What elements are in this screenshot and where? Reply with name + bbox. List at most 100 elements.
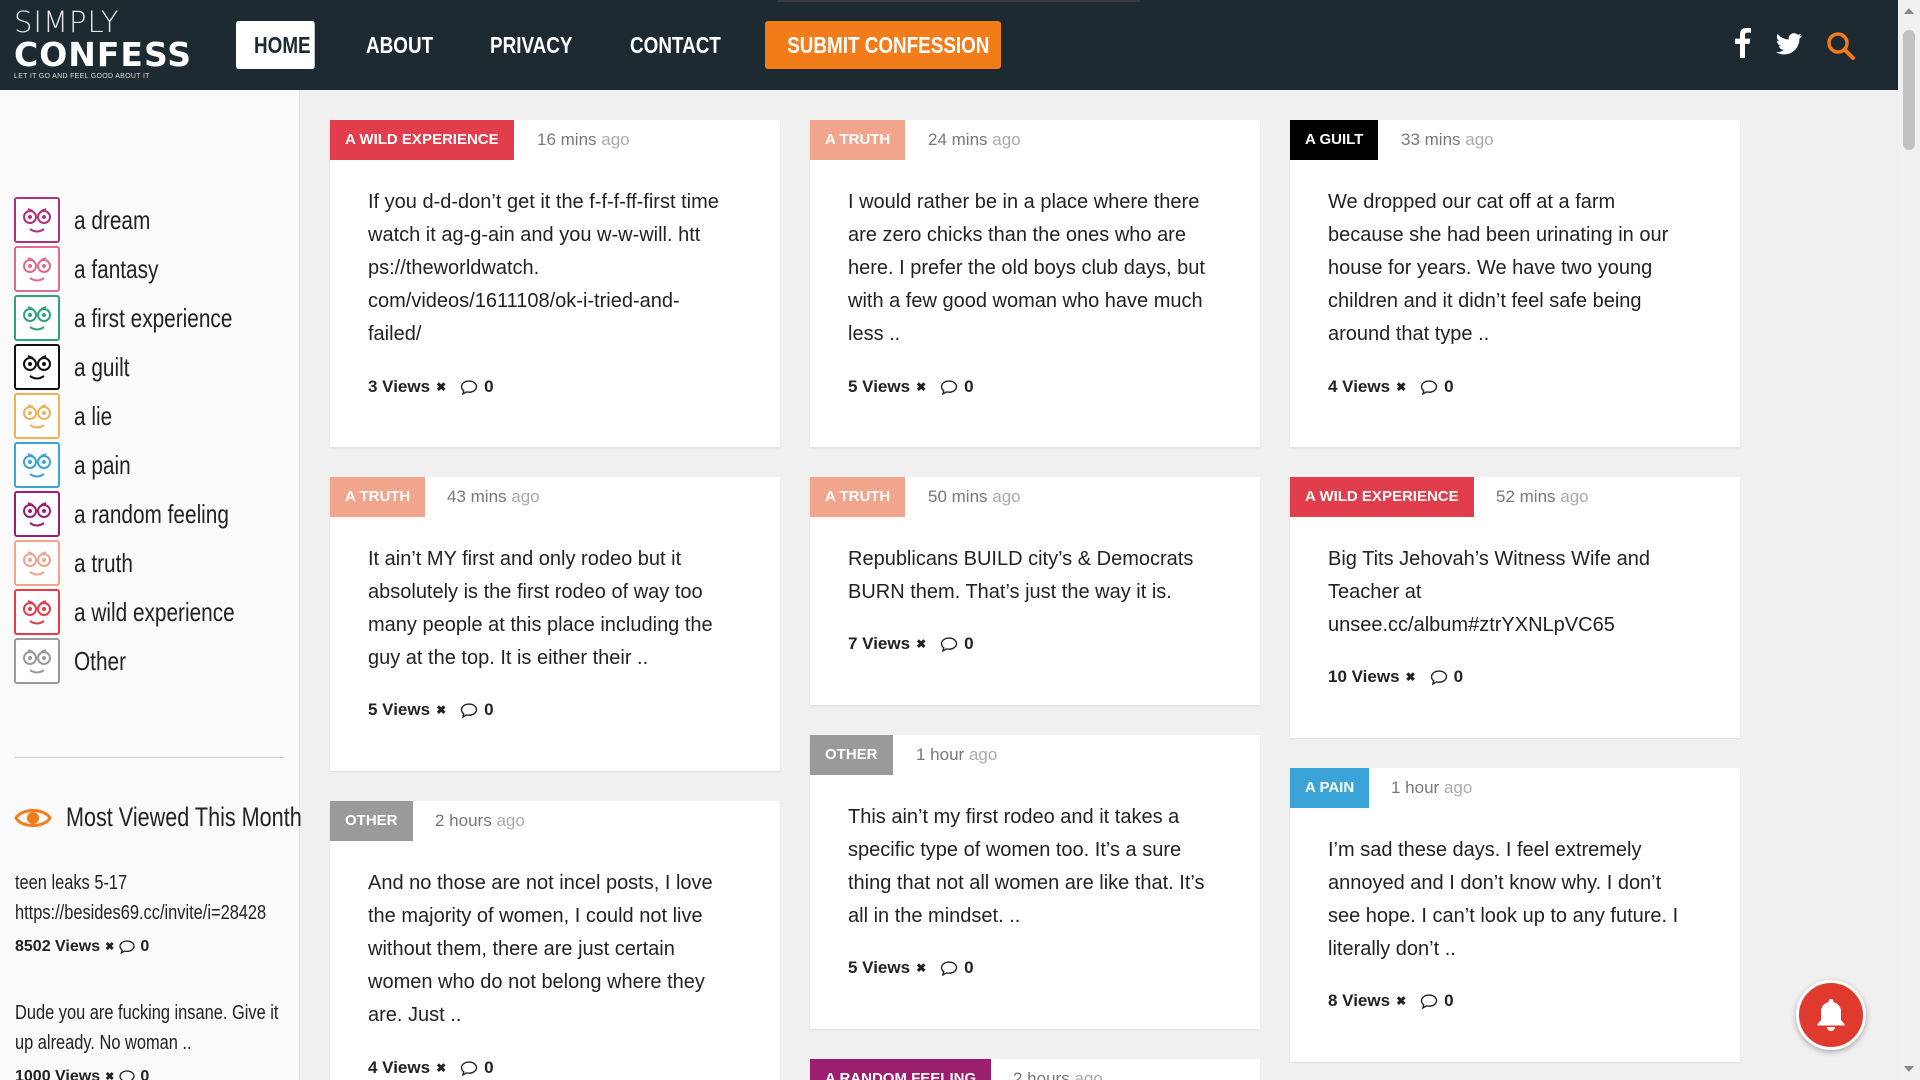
time-value: 2 hours [1013, 1069, 1070, 1080]
confession-text[interactable]: Republicans BUILD city’s & Democrats BURN… [848, 543, 1228, 609]
category-tag[interactable]: A WILD EXPERIENCE [1290, 477, 1474, 517]
nav-privacy[interactable]: PRIVACY [472, 21, 591, 69]
category-label: a guilt [74, 351, 130, 382]
confession-line: absolutely is the first rodeo of way too [368, 581, 703, 603]
category-item[interactable]: a guilt [14, 344, 143, 390]
confession-card[interactable]: A RANDOM FEELING 2 hours ago [810, 1059, 1260, 1080]
scroll-down-arrow[interactable] [1904, 1066, 1914, 1072]
category-tag[interactable]: A TRUTH [810, 120, 906, 160]
comment-count: 0 [484, 377, 494, 396]
card-meta: 10 Views ✖ 0 [1328, 667, 1463, 687]
confession-text[interactable]: I’m sad these days. I feel extremely anno… [1328, 834, 1708, 966]
category-item[interactable]: Other [14, 638, 139, 684]
confession-line: with a few good woman who have much [848, 290, 1203, 312]
comment-icon[interactable] [460, 702, 478, 718]
confession-line: specific type of women too. It’s a sure [848, 839, 1182, 861]
category-item[interactable]: a fantasy [14, 246, 180, 292]
time-value: 1 hour [916, 745, 965, 764]
submit-confession-button[interactable]: SUBMIT CONFESSION [765, 21, 1001, 69]
comment-count: 0 [140, 1068, 150, 1080]
face-icon [14, 442, 60, 488]
close-icon: ✖ [1396, 380, 1407, 394]
confession-card[interactable]: A TRUTH 43 mins ago It ain’t MY first and … [330, 477, 780, 771]
nav-contact[interactable]: CONTACT [612, 21, 739, 69]
category-label: a fantasy [74, 253, 159, 284]
confession-text[interactable]: This ain’t my first rodeo and it takes a… [848, 801, 1228, 933]
category-item[interactable]: a first experience [14, 295, 272, 341]
category-tag[interactable]: A WILD EXPERIENCE [330, 120, 514, 160]
comment-icon[interactable] [460, 1060, 478, 1076]
confession-card[interactable]: A TRUTH 24 mins ago I would rather be in a… [810, 120, 1260, 447]
confession-line: all in the mindset. .. [848, 905, 1021, 927]
comment-icon[interactable] [940, 379, 958, 395]
confession-text[interactable]: We dropped our cat off at a farm because … [1328, 186, 1708, 351]
comment-icon[interactable] [1420, 379, 1438, 395]
category-label: a lie [74, 400, 113, 431]
confession-text[interactable]: If you d-d-don’t get it the f-f-f-ff-fir… [368, 186, 748, 351]
category-tag[interactable]: A GUILT [1290, 120, 1379, 160]
comment-count: 0 [964, 634, 974, 653]
scroll-thumb[interactable] [1903, 30, 1915, 150]
views-count: 3 Views [368, 377, 431, 396]
post-time: 50 mins ago [928, 477, 1021, 517]
comment-icon[interactable] [1420, 993, 1438, 1009]
confession-card[interactable]: A WILD EXPERIENCE 52 mins ago Big Tits Jeh… [1290, 477, 1740, 738]
category-item[interactable]: a random feeling [14, 491, 268, 537]
page-scrollbar[interactable] [1898, 0, 1920, 1080]
time-suffix: ago [601, 130, 630, 149]
category-item[interactable]: a lie [14, 393, 122, 439]
confession-line: Republicans BUILD city’s & Democrats [848, 548, 1194, 570]
comment-icon[interactable] [940, 636, 958, 652]
confession-card[interactable]: OTHER 2 hours ago And no those are not inc… [330, 801, 780, 1080]
twitter-icon[interactable] [1775, 33, 1803, 55]
category-tag[interactable]: A TRUTH [330, 477, 426, 517]
confession-line: This ain’t my first rodeo and it takes a [848, 806, 1180, 828]
most-viewed-item[interactable]: teen leaks 5-17 https://besides69.cc/inv… [15, 868, 285, 962]
confession-line: It ain’t MY first and only rodeo but it [368, 548, 682, 570]
comment-icon[interactable] [1430, 669, 1448, 685]
confession-card[interactable]: A TRUTH 50 mins ago Republicans BUILD city… [810, 477, 1260, 705]
close-icon: ✖ [1396, 994, 1407, 1008]
category-item[interactable]: a truth [14, 540, 148, 586]
confession-text[interactable]: It ain’t MY first and only rodeo but it a… [368, 543, 748, 675]
category-item[interactable]: a dream [14, 197, 169, 243]
card-meta: 8 Views ✖ 0 [1328, 991, 1454, 1011]
nav-home[interactable]: HOME [236, 21, 315, 69]
confession-card[interactable]: A WILD EXPERIENCE 16 mins ago If you d-d-d… [330, 120, 780, 447]
category-tag[interactable]: A TRUTH [810, 477, 906, 517]
confession-line: the majority of women, I could not live [368, 905, 703, 927]
time-suffix: ago [968, 745, 998, 764]
facebook-icon[interactable] [1735, 28, 1751, 58]
scroll-up-arrow[interactable] [1904, 8, 1914, 14]
category-item[interactable]: a pain [14, 442, 145, 488]
confession-line: failed/ [368, 323, 422, 345]
comment-icon[interactable] [460, 379, 478, 395]
confession-text[interactable]: And no those are not incel posts, I love… [368, 867, 748, 1032]
close-icon: ✖ [105, 1071, 115, 1080]
notification-bell-button[interactable] [1796, 980, 1866, 1050]
face-icon [14, 491, 60, 537]
category-tag[interactable]: A RANDOM FEELING [810, 1059, 992, 1080]
confession-card[interactable]: OTHER 1 hour ago This ain’t my first rodeo… [810, 735, 1260, 1029]
comment-icon [119, 940, 135, 954]
confession-text[interactable]: I would rather be in a place where there… [848, 186, 1228, 351]
confession-card[interactable]: A PAIN 1 hour ago I’m sad these days. I fe… [1290, 768, 1740, 1062]
category-tag[interactable]: OTHER [810, 735, 893, 775]
search-icon[interactable] [1826, 32, 1856, 60]
site-logo[interactable]: SIMPLY CONFESS LET IT GO AND FEEL GOOD A… [14, 6, 194, 80]
confession-line: com/videos/1611108/ok-i-tried-and- [368, 290, 680, 312]
card-meta: 7 Views ✖ 0 [848, 634, 974, 654]
confession-card[interactable]: A GUILT 33 mins ago We dropped our cat off… [1290, 120, 1740, 447]
category-tag[interactable]: OTHER [330, 801, 413, 841]
time-suffix: ago [992, 487, 1021, 506]
comment-icon[interactable] [940, 960, 958, 976]
face-icon [14, 638, 60, 684]
nav-about[interactable]: ABOUT [348, 21, 451, 69]
confession-text[interactable]: Big Tits Jehovah’s Witness Wife and Teach… [1328, 543, 1708, 642]
most-viewed-text: Dude you are fucking insane. Give it [15, 1002, 279, 1024]
category-item[interactable]: a wild experience [14, 589, 275, 635]
views-count: 8502 Views [15, 938, 101, 955]
post-time: 2 hours ago [435, 801, 525, 841]
category-tag[interactable]: A PAIN [1290, 768, 1370, 808]
most-viewed-item[interactable]: Dude you are fucking insane. Give it up … [15, 998, 285, 1080]
